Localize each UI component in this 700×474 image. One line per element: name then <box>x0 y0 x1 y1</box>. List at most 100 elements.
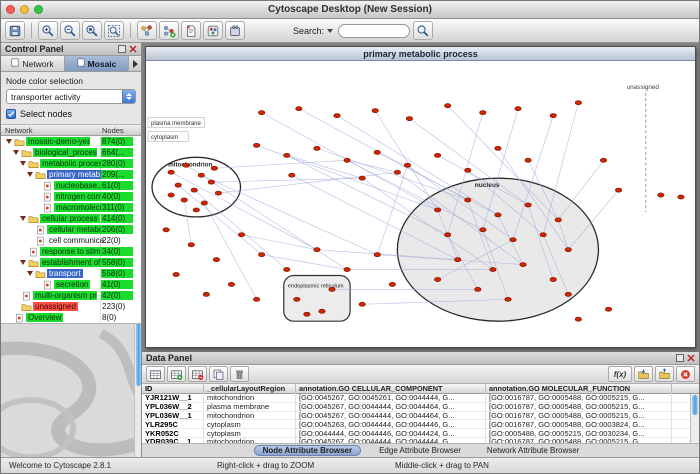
table-cell[interactable]: [GO:0016787, GO:0005488, GO:0005215, G..… <box>486 411 672 420</box>
table-cell[interactable]: mitochondrion <box>204 411 296 420</box>
table-cell[interactable]: plasma membrane <box>204 402 296 411</box>
network-node[interactable] <box>203 292 209 296</box>
table-cell[interactable]: YPL036W__2 <box>142 402 204 411</box>
network-node[interactable] <box>565 248 571 252</box>
tree-row[interactable]: biological_process 664(... <box>1 147 141 158</box>
tree-node-label[interactable]: metabolic process <box>40 159 104 168</box>
network-node[interactable] <box>181 198 187 202</box>
expander-icon[interactable] <box>12 148 21 157</box>
tree-row[interactable]: cellular process 414(0) <box>1 213 141 224</box>
expander-icon[interactable] <box>5 137 14 146</box>
tree-row[interactable]: macromolecule... 311(0) <box>1 202 141 213</box>
tab-scroll-right-icon[interactable] <box>129 56 141 71</box>
network-node[interactable] <box>253 297 259 301</box>
attribute-create-button[interactable] <box>167 366 186 382</box>
table-cell[interactable]: mitochondrion <box>204 393 296 402</box>
network-node[interactable] <box>175 183 181 187</box>
attribute-delete-button[interactable] <box>188 366 207 382</box>
network-node[interactable] <box>444 104 450 108</box>
network-node[interactable] <box>289 173 295 177</box>
tree-node-label[interactable]: mosaic-demo-yeast <box>26 137 90 146</box>
zoom-selected-button[interactable] <box>82 21 102 40</box>
network-node[interactable] <box>490 267 496 271</box>
tree-row[interactable]: mosaic-demo-yeast 874(0) <box>1 136 141 147</box>
network-node[interactable] <box>183 163 189 167</box>
network-node[interactable] <box>575 101 581 105</box>
tab-node-attribute-browser[interactable]: Node Attribute Browser <box>254 445 362 456</box>
zoom-window-icon[interactable] <box>34 5 43 14</box>
network-node[interactable] <box>434 153 440 157</box>
network-node[interactable] <box>215 191 221 195</box>
network-node[interactable] <box>678 195 684 199</box>
column-header[interactable]: _cellularLayoutRegion <box>204 384 296 393</box>
network-node[interactable] <box>211 166 217 170</box>
network-node[interactable] <box>228 282 234 286</box>
tree-row[interactable]: cellular metabo... 206(0) <box>1 224 141 235</box>
network-node[interactable] <box>505 297 511 301</box>
network-node[interactable] <box>575 317 581 321</box>
network-node[interactable] <box>238 233 244 237</box>
clear-button[interactable] <box>676 366 695 382</box>
table-cell[interactable]: [GO:0005488, GO:0005215, GO:0030234, G..… <box>486 429 672 438</box>
network-node[interactable] <box>658 193 664 197</box>
network-node[interactable] <box>520 262 526 266</box>
expander-icon[interactable] <box>19 258 28 267</box>
network-node[interactable] <box>525 203 531 207</box>
tree-node-label[interactable]: response to stimul... <box>40 247 104 256</box>
network-view-title[interactable]: primary metabolic process <box>146 47 695 61</box>
tree-row[interactable]: multi-organism pro... 42(0) <box>1 290 141 301</box>
table-cell[interactable]: [GO:0016787, GO:0005488, GO:0005215, G..… <box>486 402 672 411</box>
network-node[interactable] <box>284 267 290 271</box>
birdseye-view[interactable] <box>1 324 141 457</box>
tree-row[interactable]: response to stimul... 34(0) <box>1 246 141 257</box>
close-window-icon[interactable] <box>6 5 15 14</box>
network-node[interactable] <box>389 282 395 286</box>
network-node[interactable] <box>550 277 556 281</box>
network-node[interactable] <box>359 176 365 180</box>
table-cell[interactable]: [GO:0044444, GO:0044446, GO:0044424, G..… <box>296 429 486 438</box>
network-node[interactable] <box>600 158 606 162</box>
network-node[interactable] <box>173 272 179 276</box>
table-cell[interactable]: [GO:0045267, GO:0044444, GO:0044444, G..… <box>296 437 486 444</box>
network-node[interactable] <box>454 258 460 262</box>
network-node[interactable] <box>404 163 410 167</box>
close-panel-icon[interactable] <box>129 45 137 53</box>
function-builder-button[interactable]: f(x) <box>608 366 632 382</box>
network-node[interactable] <box>314 248 320 252</box>
network-canvas[interactable]: plasma membranecytoplasmmitochondrionnuc… <box>146 61 695 347</box>
network-node[interactable] <box>374 150 380 154</box>
save-button[interactable] <box>5 21 25 40</box>
tab-network[interactable]: Network <box>1 56 65 71</box>
tree-row[interactable]: primary metab... 209(... <box>1 169 141 180</box>
tree-row[interactable]: secretion 41(0) <box>1 279 141 290</box>
table-cell[interactable]: YJR121W__1 <box>142 393 204 402</box>
float-panel-icon[interactable] <box>118 45 126 53</box>
table-cell[interactable]: YPL036W__1 <box>142 411 204 420</box>
select-nodes-checkbox[interactable] <box>6 109 16 119</box>
network-node[interactable] <box>540 233 546 237</box>
table-cell[interactable]: [GO:0045267, GO:0045261, GO:0044444, G..… <box>296 393 486 402</box>
first-neighbors-button[interactable] <box>137 21 157 40</box>
network-node[interactable] <box>495 146 501 150</box>
table-cell[interactable]: YKR052C <box>142 429 204 438</box>
tree-node-label[interactable]: multi-organism pro... <box>33 291 97 300</box>
table-cell[interactable]: [GO:0016787, GO:0005488, GO:0005215, G..… <box>486 393 672 402</box>
network-node[interactable] <box>168 170 174 174</box>
tree-node-label[interactable]: establishment of l... <box>40 258 104 267</box>
tree-node-label[interactable]: cellular process <box>40 214 100 223</box>
attribute-select-button[interactable] <box>146 366 165 382</box>
network-node[interactable] <box>213 258 219 262</box>
tree-node-label[interactable]: primary metab... <box>47 170 109 179</box>
network-node[interactable] <box>515 107 521 111</box>
tree-node-label[interactable]: secretion <box>54 280 90 289</box>
network-node[interactable] <box>480 111 486 115</box>
expander-icon[interactable] <box>26 269 35 278</box>
network-node[interactable] <box>550 114 556 118</box>
table-cell[interactable]: YDR039C__1 <box>142 437 204 444</box>
tree-row[interactable]: unassigned 223(0) <box>1 301 141 312</box>
network-node[interactable] <box>444 233 450 237</box>
table-cell[interactable]: cytoplasm <box>204 420 296 429</box>
network-node[interactable] <box>359 302 365 306</box>
network-node[interactable] <box>163 228 169 232</box>
plugins-button[interactable] <box>225 21 245 40</box>
